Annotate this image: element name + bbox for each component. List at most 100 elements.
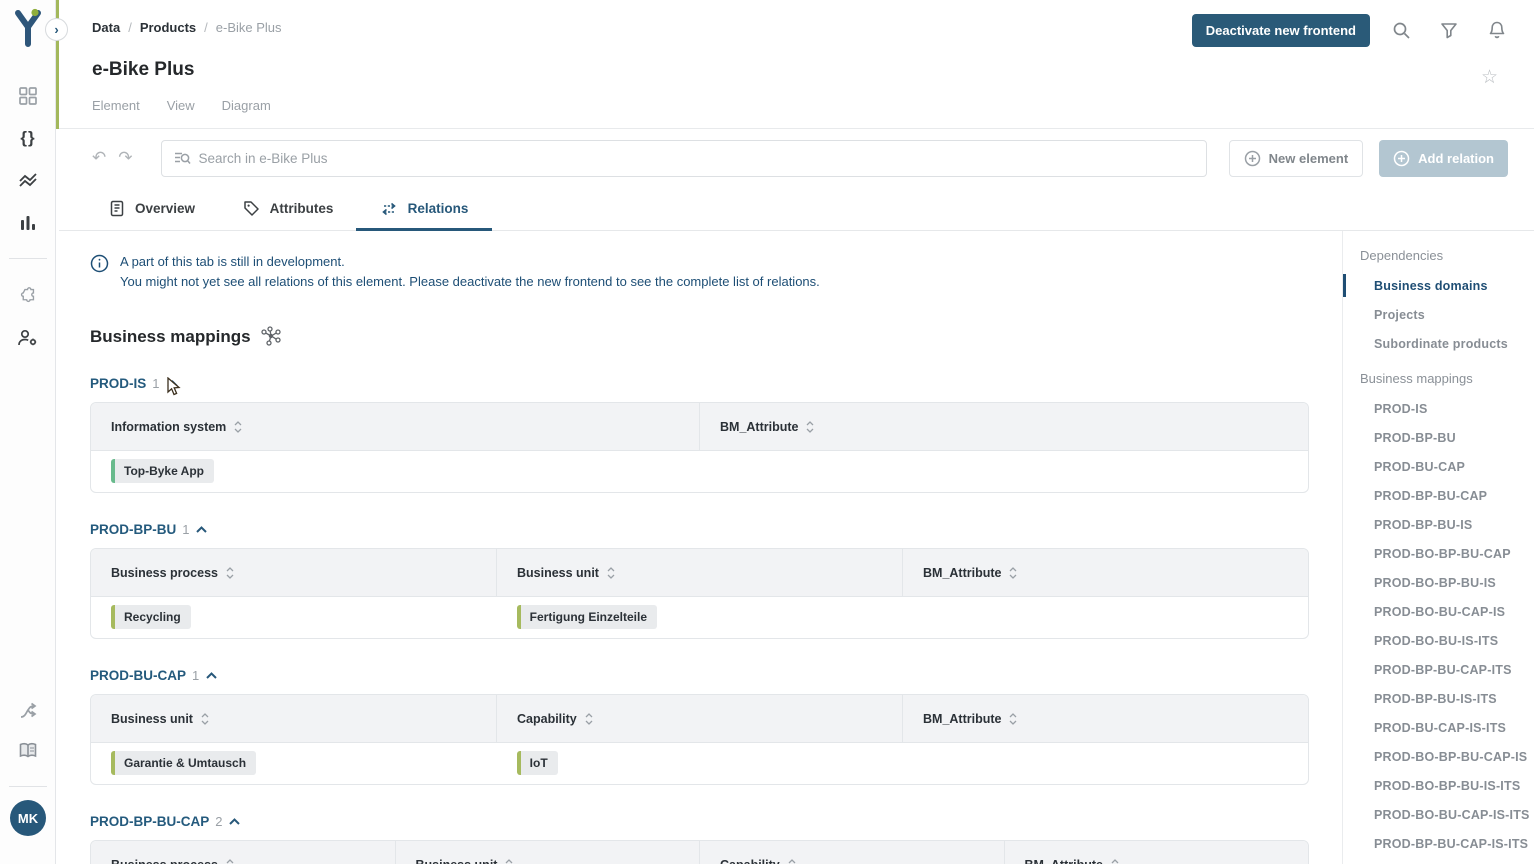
column-header[interactable]: BM_Attribute bbox=[902, 549, 1308, 596]
deactivate-new-frontend-button[interactable]: Deactivate new frontend bbox=[1192, 14, 1370, 47]
chip-top-byke-app[interactable]: Top-Byke App bbox=[111, 459, 214, 483]
section-header-prod-bp-bu[interactable]: PROD-BP-BU 1 bbox=[90, 522, 1342, 537]
star-icon[interactable]: ☆ bbox=[1481, 66, 1498, 89]
document-icon bbox=[109, 200, 125, 217]
breadcrumb-data[interactable]: Data bbox=[92, 20, 120, 35]
chip-fertigung-einzelteile[interactable]: Fertigung Einzelteile bbox=[517, 605, 657, 629]
menu-element[interactable]: Element bbox=[92, 98, 140, 113]
column-header[interactable]: Business unit bbox=[91, 695, 496, 742]
map-item[interactable]: PROD-BO-BU-CAP-IS bbox=[1343, 597, 1534, 626]
empty-cell bbox=[902, 597, 1308, 638]
map-item[interactable]: PROD-BO-BP-BU-IS-ITS bbox=[1343, 771, 1534, 800]
map-item[interactable]: PROD-BO-BP-BU-CAP-IS- bbox=[1343, 858, 1534, 864]
banner-line2: You might not yet see all relations of t… bbox=[120, 272, 820, 292]
map-item[interactable]: PROD-BO-BU-IS-ITS bbox=[1343, 626, 1534, 655]
column-header[interactable]: Business unit bbox=[395, 841, 700, 864]
chip-recycling[interactable]: Recycling bbox=[111, 605, 191, 629]
dependencies-header: Dependencies bbox=[1343, 242, 1534, 271]
map-item[interactable]: PROD-IS bbox=[1343, 394, 1534, 423]
puzzle-icon[interactable] bbox=[0, 286, 56, 306]
filter-icon[interactable] bbox=[1432, 13, 1466, 47]
section-header-prod-bu-cap[interactable]: PROD-BU-CAP 1 bbox=[90, 668, 1342, 683]
column-header[interactable]: BM_Attribute bbox=[902, 695, 1308, 742]
banner-line1: A part of this tab is still in developme… bbox=[120, 252, 820, 272]
breadcrumb-products[interactable]: Products bbox=[140, 20, 196, 35]
chevron-up-icon[interactable] bbox=[166, 379, 179, 388]
menu-diagram[interactable]: Diagram bbox=[222, 98, 271, 113]
tab-bar: Overview Attributes Relations bbox=[59, 187, 1534, 231]
sort-icon bbox=[201, 713, 209, 725]
trend-lines-icon[interactable] bbox=[0, 172, 56, 188]
column-header[interactable]: BM_Attribute bbox=[699, 403, 1308, 450]
tab-relations[interactable]: Relations bbox=[356, 187, 492, 230]
menu-view[interactable]: View bbox=[167, 98, 195, 113]
business-mappings-title: Business mappings bbox=[90, 327, 251, 347]
tab-attributes[interactable]: Attributes bbox=[220, 187, 356, 230]
chevron-up-icon[interactable] bbox=[205, 671, 218, 680]
molecule-icon[interactable] bbox=[260, 326, 282, 347]
column-header[interactable]: Business process bbox=[91, 549, 496, 596]
code-braces-icon[interactable]: {} bbox=[0, 128, 56, 148]
bell-icon[interactable] bbox=[1480, 13, 1514, 47]
column-header[interactable]: Capability bbox=[496, 695, 902, 742]
branch-icon[interactable] bbox=[0, 702, 56, 720]
section-header-prod-bp-bu-cap[interactable]: PROD-BP-BU-CAP 2 bbox=[90, 814, 1342, 829]
chip-garantie-umtausch[interactable]: Garantie & Umtausch bbox=[111, 751, 256, 775]
chip-iot[interactable]: IoT bbox=[517, 751, 558, 775]
user-settings-icon[interactable] bbox=[0, 328, 56, 348]
map-item[interactable]: PROD-BP-BU-IS-ITS bbox=[1343, 684, 1534, 713]
redo-icon[interactable]: ↷ bbox=[118, 148, 132, 168]
section-count: 1 bbox=[192, 668, 199, 683]
dep-item-subordinate-products[interactable]: Subordinate products bbox=[1343, 329, 1534, 358]
column-header[interactable]: Business process bbox=[91, 841, 395, 864]
dep-item-business-domains[interactable]: Business domains bbox=[1343, 271, 1534, 300]
map-item[interactable]: PROD-BO-BP-BU-CAP-IS bbox=[1343, 742, 1534, 771]
map-item[interactable]: PROD-BP-BU-IS bbox=[1343, 510, 1534, 539]
column-label: Business unit bbox=[416, 858, 498, 864]
business-mappings-header: Business mappings bbox=[1343, 358, 1534, 394]
info-icon bbox=[90, 254, 109, 273]
map-item[interactable]: PROD-BO-BP-BU-CAP bbox=[1343, 539, 1534, 568]
search-list-icon bbox=[174, 151, 191, 166]
left-rail: {} MK bbox=[0, 0, 56, 864]
map-item[interactable]: PROD-BP-BU-CAP-IS-ITS bbox=[1343, 829, 1534, 858]
dependencies-panel: Dependencies Business domains Projects S… bbox=[1342, 231, 1534, 864]
map-item[interactable]: PROD-BP-BU-CAP-ITS bbox=[1343, 655, 1534, 684]
dashboard-icon[interactable] bbox=[0, 86, 56, 106]
add-relation-button[interactable]: Add relation bbox=[1379, 140, 1508, 177]
chevron-up-icon[interactable] bbox=[195, 525, 208, 534]
search-input[interactable] bbox=[199, 151, 1194, 166]
column-label: BM_Attribute bbox=[720, 420, 798, 434]
column-header[interactable]: Capability bbox=[699, 841, 1004, 864]
table-prod-is: Information system BM_Attribute Top-Byke… bbox=[90, 402, 1309, 493]
sort-icon bbox=[226, 859, 234, 864]
new-element-button[interactable]: New element bbox=[1229, 140, 1363, 177]
section-count: 2 bbox=[215, 814, 222, 829]
search-icon[interactable] bbox=[1384, 13, 1418, 47]
map-item[interactable]: PROD-BP-BU bbox=[1343, 423, 1534, 452]
chevron-up-icon[interactable] bbox=[228, 817, 241, 826]
tab-overview[interactable]: Overview bbox=[84, 187, 220, 230]
column-header[interactable]: BM_Attribute bbox=[1004, 841, 1309, 864]
undo-icon[interactable]: ↶ bbox=[92, 148, 106, 168]
bar-chart-icon[interactable] bbox=[0, 214, 56, 232]
map-item[interactable]: PROD-BO-BU-CAP-IS-ITS bbox=[1343, 800, 1534, 829]
book-icon[interactable] bbox=[0, 742, 56, 759]
app-logo-icon[interactable] bbox=[12, 8, 44, 50]
sort-icon bbox=[1009, 713, 1017, 725]
sort-icon bbox=[585, 713, 593, 725]
map-item[interactable]: PROD-BU-CAP bbox=[1343, 452, 1534, 481]
table-header-row: Business process Business unit BM_Attrib… bbox=[91, 549, 1308, 597]
map-item[interactable]: PROD-BO-BP-BU-IS bbox=[1343, 568, 1534, 597]
column-header[interactable]: Business unit bbox=[496, 549, 902, 596]
sort-icon bbox=[1009, 567, 1017, 579]
map-item[interactable]: PROD-BU-CAP-IS-ITS bbox=[1343, 713, 1534, 742]
sidebar-expand-button[interactable]: › bbox=[45, 18, 68, 41]
avatar[interactable]: MK bbox=[10, 800, 46, 836]
section-header-prod-is[interactable]: PROD-IS 1 bbox=[90, 376, 1342, 391]
map-item[interactable]: PROD-BP-BU-CAP bbox=[1343, 481, 1534, 510]
column-header[interactable]: Information system bbox=[91, 403, 699, 450]
table-header-row: Business process Business unit Capabilit… bbox=[91, 841, 1308, 864]
element-search bbox=[161, 140, 1207, 177]
dep-item-projects[interactable]: Projects bbox=[1343, 300, 1534, 329]
